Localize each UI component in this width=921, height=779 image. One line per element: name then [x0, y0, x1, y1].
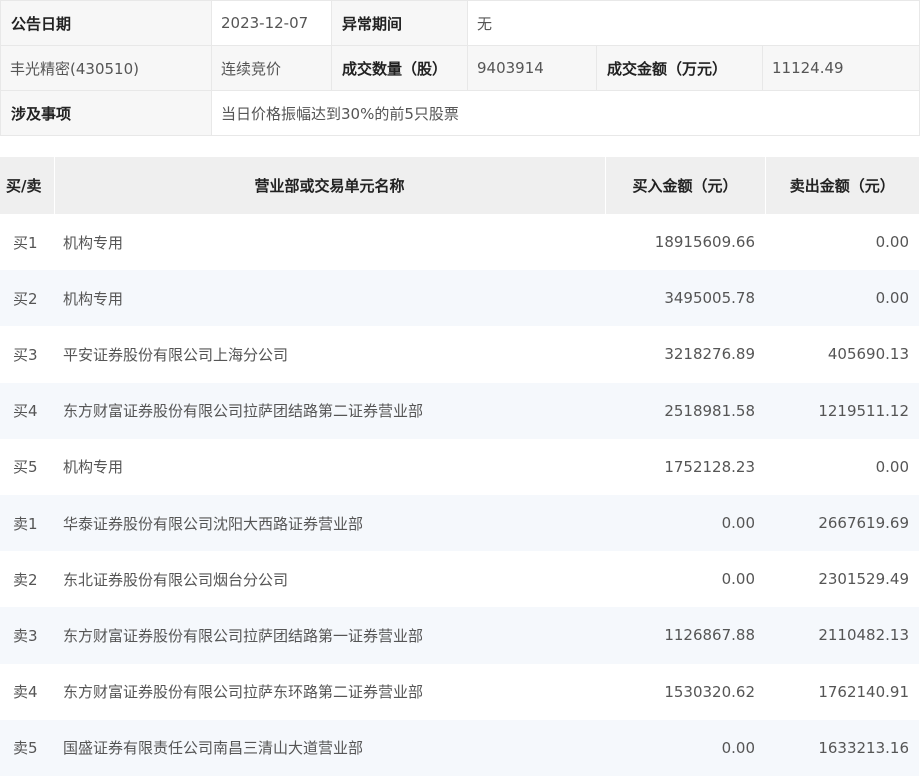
table-row: 卖2 东北证券股份有限公司烟台分公司 0.00 2301529.49: [0, 551, 919, 608]
announcement-info-table: 公告日期 2023-12-07 异常期间 无 丰光精密(430510) 连续竞价…: [0, 0, 921, 136]
table-row: 买3 平安证券股份有限公司上海分公司 3218276.89 405690.13: [0, 326, 919, 383]
amount-label: 成交金额（万元）: [596, 45, 763, 91]
table-row: 卖3 东方财富证券股份有限公司拉萨团结路第一证券营业部 1126867.88 2…: [0, 607, 919, 664]
row-sell-amount: 0.00: [765, 270, 919, 327]
row-seat-name: 机构专用: [54, 270, 605, 327]
info-row-matter: 涉及事项 当日价格振幅达到30%的前5只股票: [0, 90, 921, 136]
announce-date-value: 2023-12-07: [211, 0, 332, 46]
table-row: 卖1 华泰证券股份有限公司沈阳大西路证券营业部 0.00 2667619.69: [0, 494, 919, 552]
abnormal-period-label: 异常期间: [331, 0, 468, 46]
row-side: 卖4: [0, 663, 54, 720]
row-sell-amount: 2301529.49: [765, 551, 919, 608]
row-sell-amount: 0.00: [765, 214, 919, 271]
row-buy-amount: 3218276.89: [605, 326, 765, 383]
row-buy-amount: 1530320.62: [605, 663, 765, 720]
row-side: 买2: [0, 270, 54, 327]
row-side: 买5: [0, 438, 54, 495]
row-seat-name: 国盛证券有限责任公司南昌三清山大道营业部: [54, 719, 605, 776]
table-header-row: 买/卖 营业部或交易单元名称 买入金额（元） 卖出金额（元）: [0, 157, 919, 214]
row-sell-amount: 1219511.12: [765, 382, 919, 439]
header-sell-amount: 卖出金额（元）: [765, 157, 919, 214]
volume-value: 9403914: [467, 45, 597, 91]
row-buy-amount: 18915609.66: [605, 214, 765, 271]
abnormal-period-value: 无: [466, 0, 921, 46]
row-seat-name: 东北证券股份有限公司烟台分公司: [54, 551, 605, 608]
row-seat-name: 华泰证券股份有限公司沈阳大西路证券营业部: [54, 494, 605, 552]
row-seat-name: 东方财富证券股份有限公司拉萨东环路第二证券营业部: [54, 663, 605, 720]
header-seat-name: 营业部或交易单元名称: [54, 157, 606, 214]
announce-date-label: 公告日期: [0, 0, 212, 46]
matter-value: 当日价格振幅达到30%的前5只股票: [210, 90, 921, 136]
row-buy-amount: 0.00: [605, 719, 765, 776]
row-seat-name: 东方财富证券股份有限公司拉萨团结路第二证券营业部: [54, 382, 605, 439]
header-buy-amount: 买入金额（元）: [605, 157, 766, 214]
row-seat-name: 平安证券股份有限公司上海分公司: [54, 326, 605, 383]
table-row: 买1 机构专用 18915609.66 0.00: [0, 214, 919, 271]
row-buy-amount: 2518981.58: [605, 382, 765, 439]
trade-method: 连续竞价: [211, 45, 332, 91]
row-buy-amount: 1752128.23: [605, 438, 765, 495]
row-sell-amount: 1633213.16: [765, 719, 919, 776]
header-side: 买/卖: [0, 157, 55, 214]
info-row-date: 公告日期 2023-12-07 异常期间 无: [0, 0, 921, 46]
row-side: 卖2: [0, 551, 54, 608]
row-side: 卖3: [0, 607, 54, 664]
trading-seats-table: 买/卖 营业部或交易单元名称 买入金额（元） 卖出金额（元） 买1 机构专用 1…: [0, 157, 919, 776]
row-sell-amount: 2110482.13: [765, 607, 919, 664]
row-side: 买4: [0, 382, 54, 439]
table-row: 卖4 东方财富证券股份有限公司拉萨东环路第二证券营业部 1530320.62 1…: [0, 663, 919, 720]
row-buy-amount: 1126867.88: [605, 607, 765, 664]
row-side: 买1: [0, 214, 54, 271]
info-row-stock: 丰光精密(430510) 连续竞价 成交数量（股） 9403914 成交金额（万…: [0, 45, 921, 91]
row-side: 卖5: [0, 719, 54, 776]
row-seat-name: 机构专用: [54, 214, 605, 271]
volume-label: 成交数量（股）: [331, 45, 468, 91]
row-sell-amount: 2667619.69: [765, 494, 919, 552]
table-row: 买4 东方财富证券股份有限公司拉萨团结路第二证券营业部 2518981.58 1…: [0, 382, 919, 439]
stock-name: 丰光精密(430510): [0, 45, 212, 91]
row-seat-name: 机构专用: [54, 438, 605, 495]
row-buy-amount: 0.00: [605, 551, 765, 608]
table-row: 买5 机构专用 1752128.23 0.00: [0, 438, 919, 495]
row-sell-amount: 1762140.91: [765, 663, 919, 720]
row-side: 卖1: [0, 494, 54, 552]
table-row: 买2 机构专用 3495005.78 0.00: [0, 270, 919, 327]
matter-label: 涉及事项: [0, 90, 212, 136]
table-row: 卖5 国盛证券有限责任公司南昌三清山大道营业部 0.00 1633213.16: [0, 719, 919, 776]
row-side: 买3: [0, 326, 54, 383]
row-sell-amount: 0.00: [765, 438, 919, 495]
row-buy-amount: 3495005.78: [605, 270, 765, 327]
row-seat-name: 东方财富证券股份有限公司拉萨团结路第一证券营业部: [54, 607, 605, 664]
row-buy-amount: 0.00: [605, 494, 765, 552]
row-sell-amount: 405690.13: [765, 326, 919, 383]
amount-value: 11124.49: [761, 45, 921, 91]
